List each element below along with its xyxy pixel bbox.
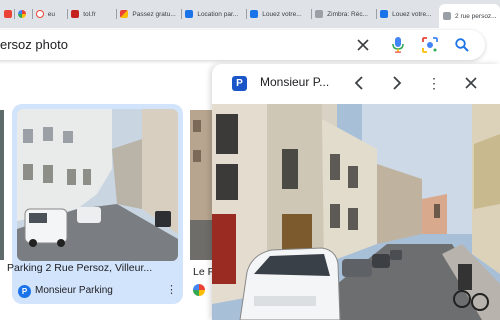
search-bar[interactable]: ersoz photo — [0, 30, 485, 60]
selected-image-result[interactable] — [12, 104, 183, 304]
image-thumbnail[interactable] — [190, 110, 212, 260]
tab-9[interactable]: Louez votre... — [376, 3, 439, 25]
gmail-favicon-icon — [4, 10, 12, 18]
result-title[interactable]: Parking 2 Rue Persoz, Villeur... — [7, 262, 177, 274]
tab-3[interactable]: eu — [31, 3, 67, 25]
clear-icon[interactable] — [353, 35, 373, 55]
tab-label: Zimbra: Réc... — [327, 10, 368, 18]
tab-label: 2 rue persoz... — [455, 12, 497, 20]
parking-favicon-icon — [380, 10, 389, 18]
parking-favicon-icon — [185, 10, 194, 18]
source-logo-icon: P — [18, 285, 31, 298]
page-favicon-icon — [443, 12, 452, 20]
tab-label: Louez votre... — [392, 10, 432, 18]
more-options-icon[interactable]: ⋮ — [423, 72, 445, 94]
lens-icon[interactable] — [420, 35, 440, 55]
google-favicon-icon — [17, 10, 26, 18]
street-photo-thumbnail[interactable] — [17, 109, 178, 261]
image-preview-panel: P Monsieur P... ⋮ — [212, 64, 500, 320]
tab-active[interactable]: 2 rue persoz... — [439, 4, 500, 28]
preview-header: P Monsieur P... ⋮ — [212, 64, 500, 104]
preview-street-photo[interactable] — [212, 104, 500, 320]
previous-arrow-icon[interactable] — [348, 72, 370, 94]
search-input[interactable]: ersoz photo — [0, 37, 68, 52]
site-favicon-icon — [71, 10, 80, 18]
tab-1[interactable] — [0, 3, 14, 25]
preview-site-name[interactable]: Monsieur P... — [260, 75, 329, 89]
tab-7[interactable]: Louez votre... — [246, 3, 311, 25]
tab-label: Louez votre... — [262, 10, 302, 18]
next-arrow-icon[interactable] — [386, 72, 408, 94]
close-icon[interactable] — [460, 72, 482, 94]
tab-4[interactable]: tol.fr — [67, 3, 116, 25]
browser-tab-strip: eu tol.fr Passez gratu... Location par..… — [0, 0, 500, 28]
tab-label: Location par... — [197, 10, 239, 18]
microphone-icon[interactable] — [388, 35, 408, 55]
site-favicon-icon — [35, 10, 44, 18]
image-thumbnail[interactable] — [0, 110, 4, 260]
tab-5[interactable]: Passez gratu... — [116, 3, 181, 25]
zimbra-favicon-icon — [315, 10, 324, 18]
tab-8[interactable]: Zimbra: Réc... — [311, 3, 376, 25]
google-logo-icon — [193, 284, 205, 296]
tab-2[interactable] — [13, 3, 32, 25]
tab-6[interactable]: Location par... — [181, 3, 246, 25]
result-source[interactable]: Monsieur Parking — [35, 285, 113, 296]
parking-favicon-icon — [250, 10, 259, 18]
site-logo-icon: P — [232, 76, 247, 91]
tab-label: eu — [47, 10, 55, 18]
gmail-favicon-icon — [120, 10, 129, 18]
tab-label: Passez gratu... — [132, 10, 176, 18]
search-icon[interactable] — [452, 35, 472, 55]
tab-label: tol.fr — [83, 10, 96, 18]
more-options-icon[interactable]: ⋮ — [166, 283, 177, 296]
